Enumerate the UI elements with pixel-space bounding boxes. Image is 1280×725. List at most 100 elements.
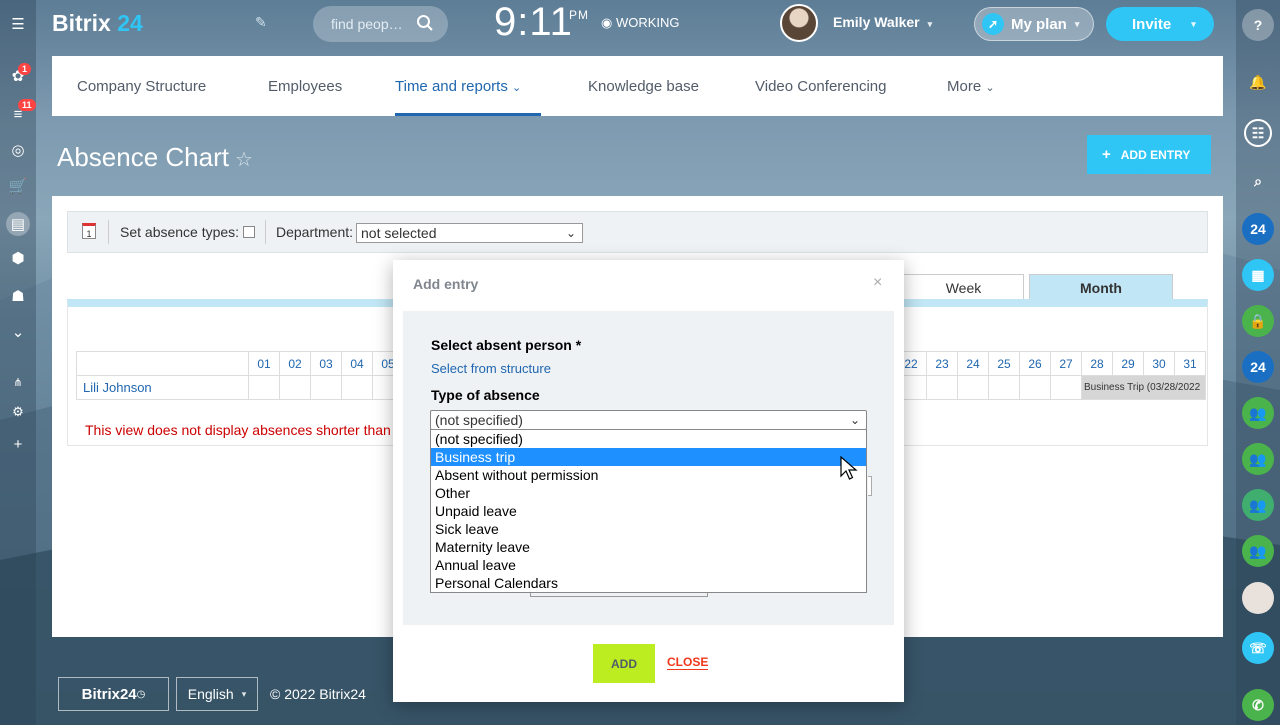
person-link[interactable]: Lili Johnson (76, 375, 249, 400)
nav-more[interactable]: More ⌄ (947, 78, 995, 95)
day-cell (310, 375, 342, 400)
option-absent-without-permission[interactable]: Absent without permission (431, 466, 866, 484)
star-icon[interactable]: ☆ (235, 149, 253, 171)
my-plan-label: My plan (1011, 15, 1067, 33)
plus-icon: + (1102, 146, 1111, 163)
option-sick-leave[interactable]: Sick leave (431, 520, 866, 538)
invite-label: Invite (1132, 15, 1172, 33)
robot-icon[interactable]: ☗ (8, 286, 28, 306)
day-header: 02 (279, 351, 311, 376)
option-business-trip[interactable]: Business trip (431, 448, 866, 466)
option-not-specified[interactable]: (not specified) (431, 430, 866, 448)
sitemap-icon[interactable]: ⋔ (8, 372, 28, 392)
add-button[interactable]: ADD (593, 644, 655, 683)
day-header: 29 (1112, 351, 1144, 376)
avatar[interactable] (780, 4, 818, 42)
department-select[interactable]: not selected ⌄ (356, 223, 583, 243)
bitrix24-icon[interactable]: 24 (1242, 213, 1274, 245)
my-plan-button[interactable]: ➚ My plan ▾ (974, 7, 1094, 41)
record-icon: ◉ (601, 15, 613, 30)
chevron-down-icon: ⌄ (849, 413, 860, 427)
close-icon[interactable]: × (873, 274, 882, 292)
absence-type-dropdown: (not specified) Business trip Absent wit… (430, 429, 867, 593)
logo-text: Bitrix (52, 10, 111, 36)
call-icon[interactable]: ✆ (1242, 689, 1274, 721)
absence-type-value: (not specified) (435, 412, 523, 428)
calendar-icon[interactable]: ▦ (1242, 259, 1274, 291)
absence-event[interactable]: Business Trip (03/28/2022 (1081, 375, 1206, 400)
header-cell (76, 351, 249, 376)
bell-icon[interactable]: 🔔 (1242, 66, 1274, 98)
day-cell (988, 375, 1020, 400)
day-header: 04 (341, 351, 373, 376)
close-button[interactable]: CLOSE (667, 655, 709, 670)
option-personal-calendars[interactable]: Personal Calendars (431, 574, 866, 592)
box-icon[interactable]: ⬢ (8, 248, 28, 268)
dialog-body: Select absent person * Select from struc… (403, 311, 894, 625)
language-select[interactable]: English ▾ (176, 677, 258, 711)
chevron-down-icon: ⌄ (985, 82, 995, 94)
notification-badge: 1 (18, 63, 32, 75)
gear-icon[interactable]: ⚙ (8, 402, 28, 422)
search-icon (417, 15, 433, 31)
absence-type-select[interactable]: (not specified) ⌄ (430, 410, 867, 430)
day-cell (1050, 375, 1082, 400)
logo-number: 24 (117, 10, 143, 36)
calendar-icon[interactable]: 1 (82, 223, 96, 239)
chat-icon[interactable]: ☷ (1244, 119, 1272, 147)
nav-time-and-reports[interactable]: Time and reports ⌄ (395, 78, 521, 95)
nav-knowledge-base[interactable]: Knowledge base (588, 78, 699, 95)
department-value: not selected (361, 225, 437, 241)
contacts-icon[interactable]: ▤ (6, 212, 30, 236)
group-icon[interactable]: 👥 (1242, 397, 1274, 429)
department-label: Department: (276, 224, 354, 240)
lock-icon[interactable]: 🔒 (1242, 305, 1274, 337)
nav-company-structure[interactable]: Company Structure (77, 78, 206, 95)
group-icon[interactable]: 👥 (1242, 443, 1274, 475)
menu-icon[interactable]: ☰ (8, 14, 28, 34)
avatar[interactable] (1242, 582, 1274, 614)
option-annual-leave[interactable]: Annual leave (431, 556, 866, 574)
target-icon[interactable]: ◎ (8, 140, 28, 160)
search-icon[interactable]: ⌕ (1242, 165, 1274, 197)
clock-time: 9:11 (494, 0, 573, 44)
set-absence-types-label: Set absence types: (120, 224, 240, 240)
help-icon[interactable]: ? (1242, 9, 1274, 41)
nav-video-conferencing[interactable]: Video Conferencing (755, 78, 886, 95)
group-icon[interactable]: 👥 (1242, 489, 1274, 521)
dialog-title: Add entry (413, 276, 479, 292)
pencil-icon[interactable]: ✎ (255, 14, 267, 31)
calendar-grid-left: 01 02 03 04 05 Lili Johnson (76, 351, 404, 400)
plus-icon[interactable]: + (8, 434, 28, 454)
add-entry-button[interactable]: + ADD ENTRY (1087, 135, 1211, 174)
chevron-down-icon: ⌄ (512, 82, 522, 94)
group-icon[interactable]: 👥 (1242, 535, 1274, 567)
cart-icon[interactable]: 🛒 (8, 176, 28, 196)
bitrix24-icon[interactable]: 24 (1242, 351, 1274, 383)
bitrix-logo[interactable]: Bitrix 24 (52, 10, 143, 37)
nav-employees[interactable]: Employees (268, 78, 342, 95)
option-unpaid-leave[interactable]: Unpaid leave (431, 502, 866, 520)
chevron-down-icon: ▾ (241, 688, 247, 699)
clock[interactable]: 9:11 PM (494, 0, 588, 45)
user-name: Emily Walker (833, 14, 920, 30)
chevron-down-icon[interactable]: ⌄ (8, 322, 28, 342)
search-input[interactable]: find peop… (313, 6, 448, 42)
tab-week[interactable]: Week (903, 274, 1024, 300)
add-entry-dialog: Add entry × Select absent person * Selec… (393, 260, 904, 702)
invite-button[interactable]: Invite ▾ (1106, 7, 1214, 41)
day-header: 23 (926, 351, 958, 376)
tab-month[interactable]: Month (1029, 274, 1173, 300)
working-status[interactable]: ◉ WORKING (601, 15, 680, 31)
chevron-down-icon: ▾ (927, 19, 933, 29)
option-other[interactable]: Other (431, 484, 866, 502)
user-menu[interactable]: Emily Walker ▾ (833, 14, 932, 30)
select-from-structure-link[interactable]: Select from structure (431, 361, 551, 376)
phone-icon[interactable]: ☏ (1242, 632, 1274, 664)
chevron-down-icon: ▾ (1074, 18, 1080, 29)
option-maternity-leave[interactable]: Maternity leave (431, 538, 866, 556)
select-person-label: Select absent person * (431, 337, 582, 353)
absence-types-checkbox[interactable] (243, 226, 255, 238)
filter-bar: 1 Set absence types: Department: not sel… (67, 211, 1208, 253)
footer-logo[interactable]: Bitrix24 ◷ (58, 677, 169, 711)
